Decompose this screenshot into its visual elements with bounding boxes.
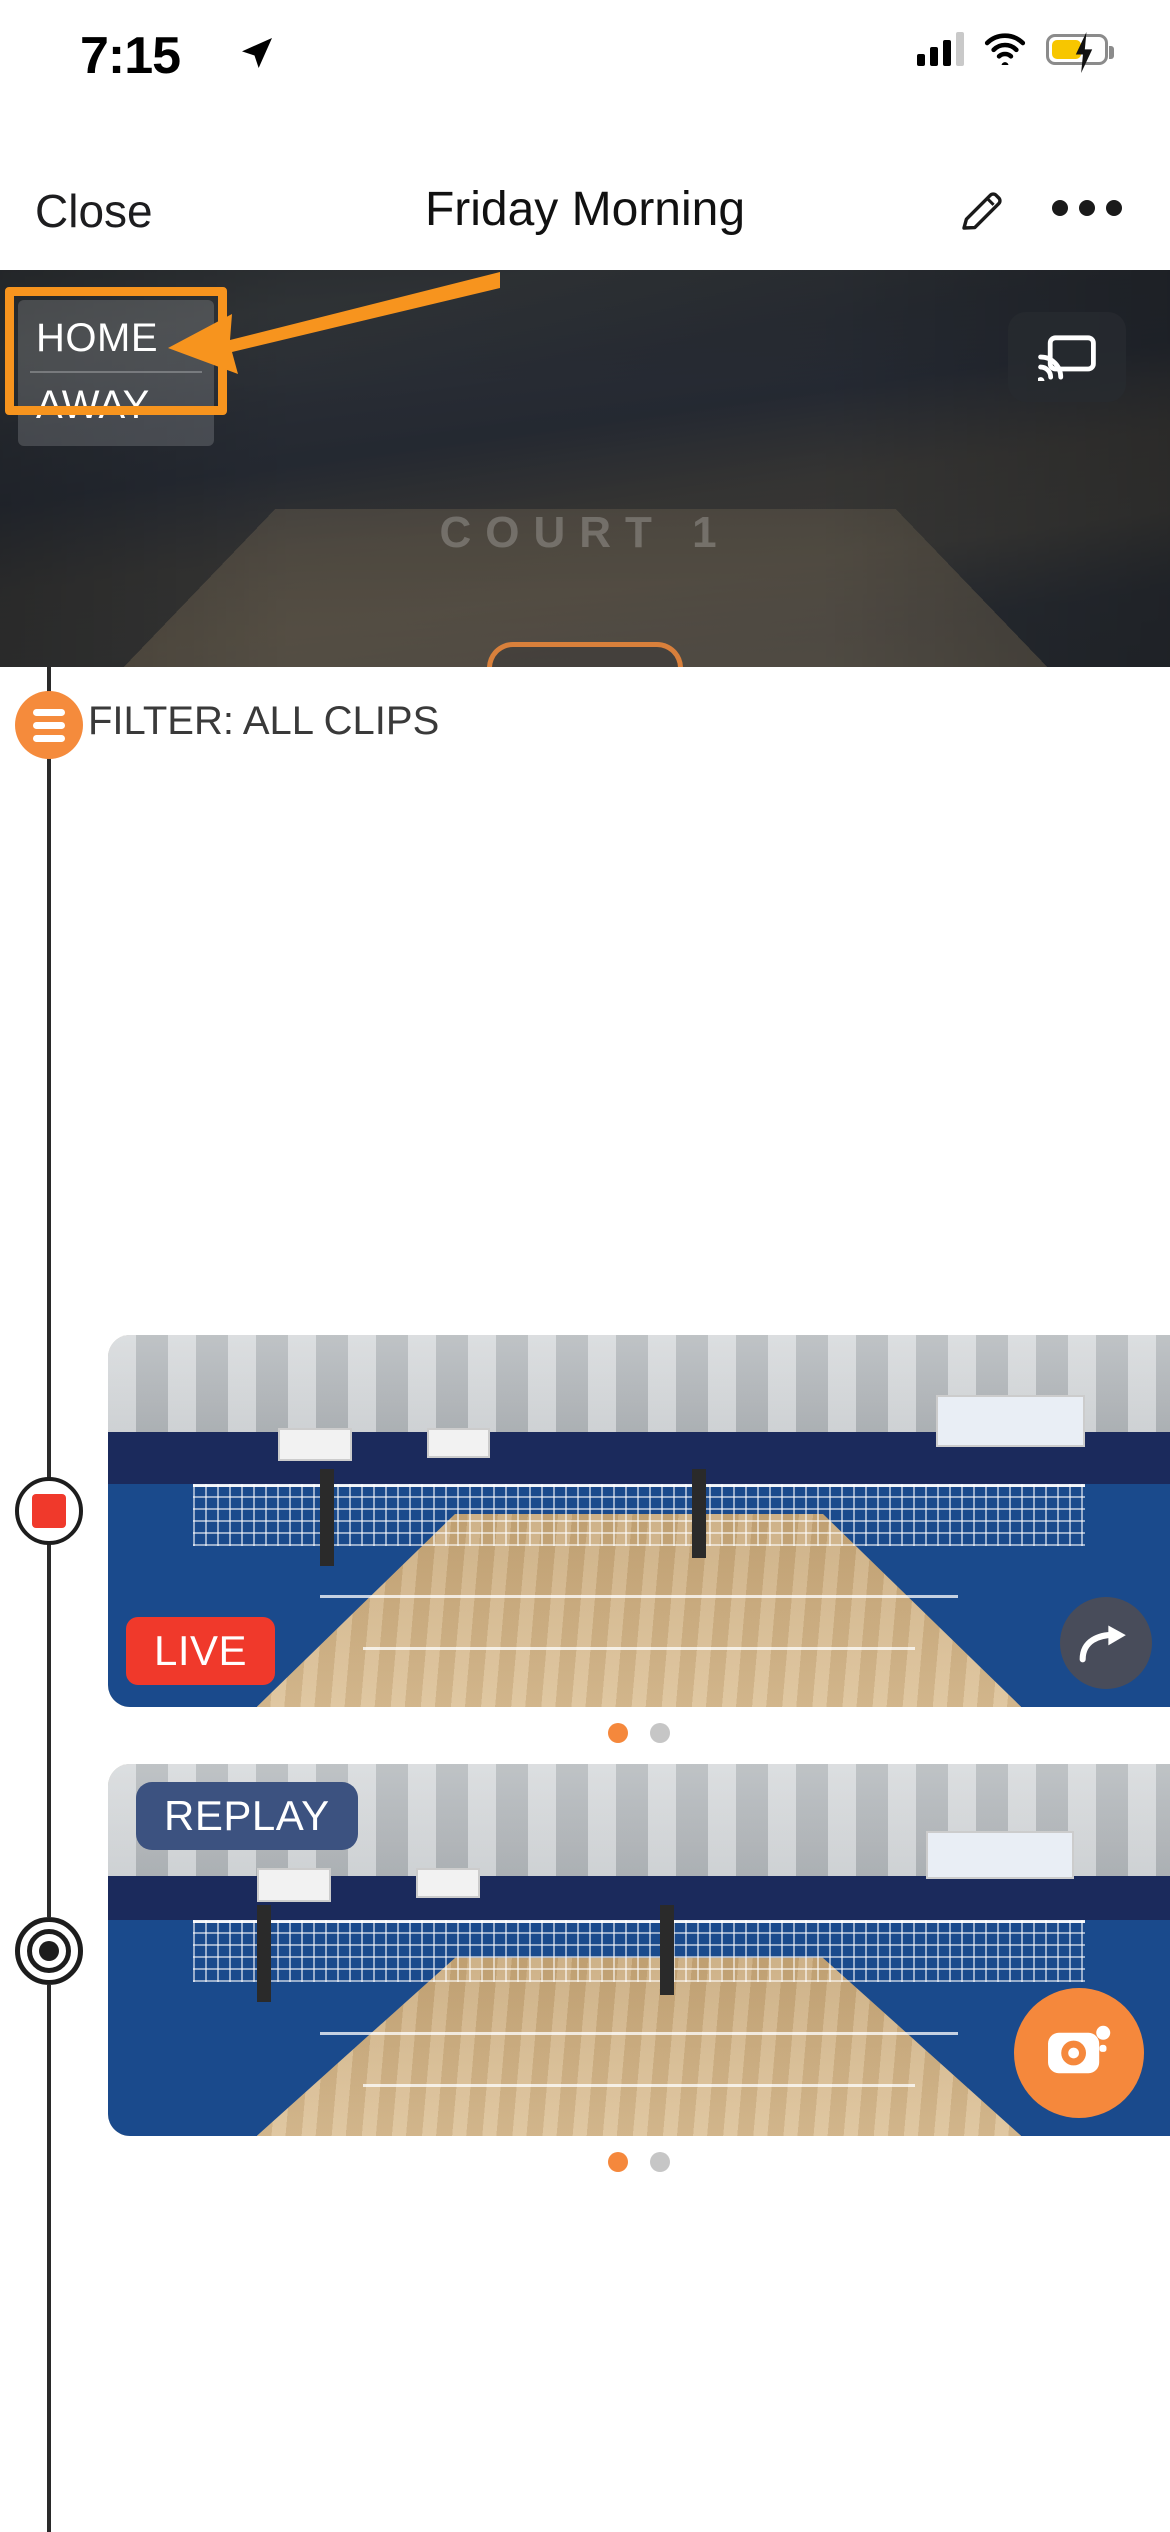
navigation-bar: Close Friday Morning bbox=[0, 160, 1170, 270]
app-screen: 7:15 Close Friday Morning bbox=[0, 0, 1170, 2532]
ellipsis-icon bbox=[1052, 200, 1068, 216]
filter-lines-icon bbox=[33, 709, 65, 716]
status-bar: 7:15 bbox=[0, 0, 1170, 160]
screen-cast-icon bbox=[1038, 333, 1096, 381]
team-logo: NE VBC bbox=[487, 642, 683, 667]
pager-dot-active[interactable] bbox=[608, 2152, 628, 2172]
stop-square-node bbox=[32, 1494, 66, 1528]
camera-action-button[interactable] bbox=[1014, 1988, 1144, 2118]
timeline-node-live[interactable] bbox=[15, 1477, 83, 1545]
target-rings-node bbox=[15, 1917, 83, 1985]
share-clip-button[interactable] bbox=[1060, 1597, 1152, 1689]
filter-row[interactable]: FILTER: ALL CLIPS bbox=[0, 689, 1170, 779]
cellular-bars-icon bbox=[917, 32, 964, 66]
status-indicators bbox=[917, 32, 1108, 66]
court-watermark: COURT 1 bbox=[0, 508, 1170, 558]
filter-button[interactable] bbox=[15, 691, 83, 759]
battery-charging-icon bbox=[1046, 34, 1108, 65]
replay-badge: REPLAY bbox=[136, 1782, 358, 1850]
filter-label: FILTER: ALL CLIPS bbox=[88, 699, 439, 744]
status-time: 7:15 bbox=[80, 26, 180, 86]
location-arrow-icon bbox=[237, 33, 277, 73]
live-badge: LIVE bbox=[126, 1617, 275, 1685]
cast-button[interactable] bbox=[1008, 312, 1126, 402]
clip-pager-replay[interactable] bbox=[108, 2152, 1170, 2172]
clips-timeline: FILTER: ALL CLIPS LIVE bbox=[0, 667, 1170, 2532]
pager-dot-active[interactable] bbox=[608, 1723, 628, 1743]
clip-card-live[interactable]: LIVE bbox=[108, 1335, 1170, 1707]
wifi-icon bbox=[984, 33, 1026, 65]
pencil-icon[interactable] bbox=[958, 186, 1006, 234]
timeline-node-replay[interactable] bbox=[15, 1917, 83, 1985]
clip-pager-live[interactable] bbox=[108, 1723, 1170, 1743]
share-arrow-icon bbox=[1078, 1621, 1134, 1665]
annotation-arrow bbox=[160, 270, 500, 380]
more-options-button[interactable] bbox=[1052, 200, 1122, 216]
clip-card-replay[interactable]: REPLAY bbox=[108, 1764, 1170, 2136]
event-hero-banner: COURT 1 HOME AWAY bbox=[0, 270, 1170, 667]
timeline-spine bbox=[47, 667, 51, 2532]
camera-switch-icon bbox=[1044, 2022, 1114, 2084]
scoreboard-away-label: AWAY bbox=[18, 377, 214, 434]
pager-dot[interactable] bbox=[650, 1723, 670, 1743]
pager-dot[interactable] bbox=[650, 2152, 670, 2172]
